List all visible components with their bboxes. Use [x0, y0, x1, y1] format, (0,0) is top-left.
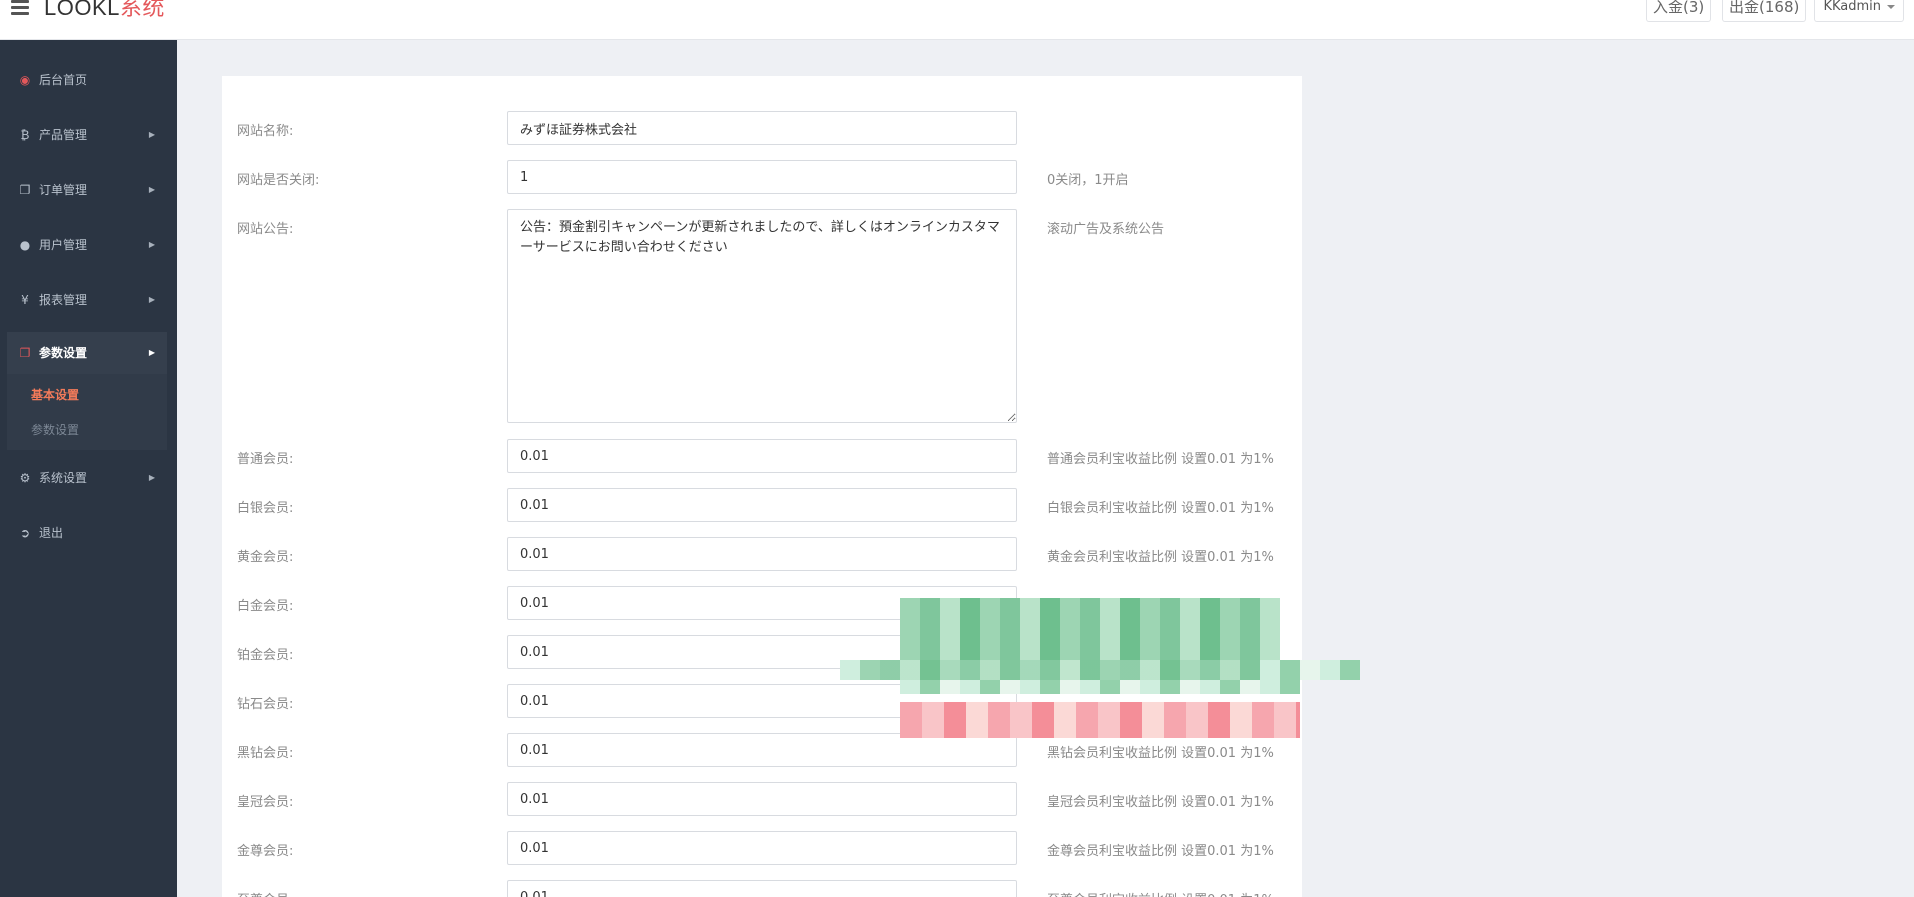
sidebar: ◉ 后台首页 ₿ 产品管理 ▶ ❐ 订单管理 ▶ ● 用户管理 ▶ ¥ 报表管理 ▶ ❐ 参数设置 ▶… — [0, 40, 177, 897]
sidebar-item-label: 产品管理 — [39, 128, 88, 142]
member-rate-input[interactable] — [507, 782, 1017, 816]
caret-right-icon: ▶ — [148, 185, 155, 194]
member-rate-hint: 金尊会员利宝收益比例 设置0.01 为1% — [1047, 844, 1274, 859]
copy-icon: ❐ — [19, 346, 31, 360]
deposit-button[interactable]: 入金(3) — [1646, 0, 1712, 22]
caret-right-icon: ▶ — [148, 473, 155, 482]
site-notice-textarea[interactable]: 公告：預金割引キャンペーンが更新されましたので、詳しくはオンラインカスタマーサー… — [507, 209, 1017, 423]
bitcoin-icon: ₿ — [20, 128, 30, 142]
brand-accent: 系统 — [119, 0, 165, 20]
sidebar-item-label: 订单管理 — [39, 183, 88, 197]
brand-logo: LOOKL系统 — [44, 0, 165, 22]
member-rate-input[interactable] — [507, 635, 1017, 669]
member-rate-label: 普通会员: — [237, 452, 294, 467]
caret-right-icon: ▶ — [148, 130, 155, 139]
site-name-label: 网站名称: — [237, 124, 294, 139]
sidebar-item-label: 系统设置 — [39, 471, 88, 485]
member-rate-input[interactable] — [507, 733, 1017, 767]
sidebar-item-label: 用户管理 — [39, 238, 88, 252]
sidebar-item-label: 报表管理 — [39, 293, 88, 307]
user-menu[interactable]: KKadmin — [1814, 0, 1904, 22]
member-rate-label: 至尊会员: — [237, 889, 293, 897]
sidebar-item-reports[interactable]: ¥ 报表管理 ▶ — [0, 282, 177, 318]
sidebar-item-orders[interactable]: ❐ 订单管理 ▶ — [0, 172, 177, 208]
yen-icon: ¥ — [21, 293, 29, 307]
member-rate-label: 白金会员: — [237, 599, 294, 614]
caret-right-icon: ▶ — [148, 240, 155, 249]
member-rate-label: 黑钻会员: — [237, 746, 294, 761]
site-name-input[interactable] — [507, 111, 1017, 145]
member-rate-label: 白银会员: — [237, 501, 294, 516]
sidebar-item-label: 参数设置 — [39, 346, 88, 360]
member-rate-label: 金尊会员: — [237, 844, 294, 859]
caret-right-icon: ▶ — [148, 295, 155, 304]
chevron-down-icon — [1887, 4, 1895, 9]
sign-out-icon: ➲ — [19, 526, 31, 540]
copy-icon: ❐ — [19, 183, 31, 197]
site-notice-label: 网站公告: — [237, 222, 294, 237]
site-closed-input[interactable] — [507, 160, 1017, 194]
sidebar-subitem-basic-settings[interactable]: 基本设置 — [31, 383, 79, 407]
member-rate-label: 黄金会员: — [237, 550, 294, 565]
top-bar: LOOKL系统 入金(3) 出金(168) KKadmin — [0, 0, 1914, 40]
member-rate-input[interactable] — [507, 880, 1017, 897]
withdraw-button[interactable]: 出金(168) — [1722, 0, 1807, 22]
sidebar-item-label: 后台首页 — [39, 73, 88, 87]
sidebar-item-logout[interactable]: ➲ 退出 — [0, 515, 177, 551]
site-closed-label: 网站是否关闭: — [237, 173, 320, 188]
sidebar-item-system[interactable]: ⚙ 系统设置 ▶ — [0, 460, 177, 496]
member-rate-hint: 黑钻会员利宝收益比例 设置0.01 为1% — [1047, 746, 1274, 761]
member-rate-hint: 至尊会员利宝收益比例 设置0.01 为1% — [1047, 889, 1274, 897]
user-icon: ● — [19, 238, 31, 252]
sidebar-item-products[interactable]: ₿ 产品管理 ▶ — [0, 117, 177, 153]
member-rate-hint: 皇冠会员利宝收益比例 设置0.01 为1% — [1047, 795, 1274, 810]
sidebar-item-home[interactable]: ◉ 后台首页 — [0, 62, 177, 98]
caret-right-icon: ▶ — [148, 348, 155, 357]
member-rate-input[interactable] — [507, 831, 1017, 865]
menu-toggle-icon[interactable] — [11, 0, 29, 16]
sidebar-item-params[interactable]: ❐ 参数设置 ▶ — [7, 332, 167, 374]
site-notice-hint: 滚动广告及系统公告 — [1047, 222, 1165, 237]
member-rate-input[interactable] — [507, 488, 1017, 522]
member-rate-label: 铂金会员: — [237, 648, 294, 663]
dashboard-icon: ◉ — [19, 73, 31, 87]
member-rate-label: 钻石会员: — [237, 697, 294, 712]
member-rate-label: 皇冠会员: — [237, 795, 294, 810]
brand-main: LOOKL — [44, 0, 120, 20]
member-rate-hint: 普通会员利宝收益比例 设置0.01 为1% — [1047, 452, 1274, 467]
member-rate-input[interactable] — [507, 439, 1017, 473]
sidebar-item-label: 退出 — [39, 526, 64, 540]
gears-icon: ⚙ — [19, 471, 31, 485]
member-rate-input[interactable] — [507, 537, 1017, 571]
member-rate-input[interactable] — [507, 684, 1017, 718]
sidebar-subitem-param-settings[interactable]: 参数设置 — [31, 418, 79, 442]
settings-panel — [222, 76, 1302, 897]
site-closed-hint: 0关闭，1开启 — [1047, 173, 1129, 188]
member-rate-input[interactable] — [507, 586, 1017, 620]
user-name: KKadmin — [1823, 0, 1881, 14]
member-rate-hint: 白银会员利宝收益比例 设置0.01 为1% — [1047, 501, 1274, 516]
member-rate-hint: 黄金会员利宝收益比例 设置0.01 为1% — [1047, 550, 1274, 565]
sidebar-item-users[interactable]: ● 用户管理 ▶ — [0, 227, 177, 263]
